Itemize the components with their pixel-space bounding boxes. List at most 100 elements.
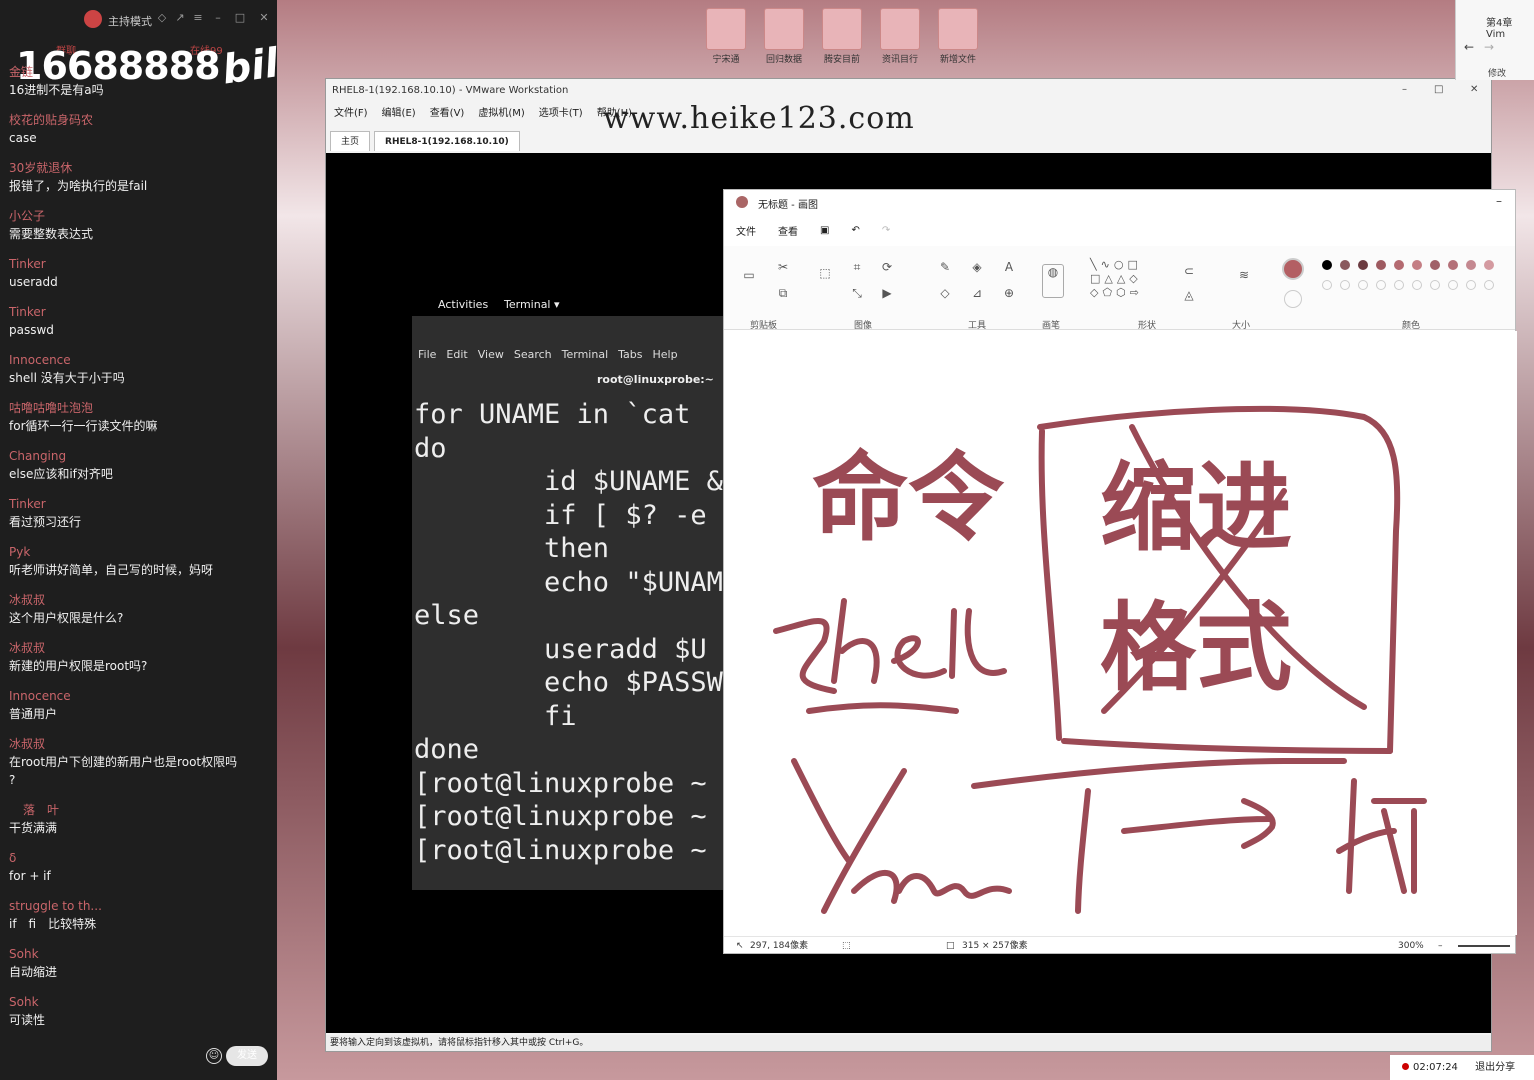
color2-swatch[interactable]	[1284, 290, 1302, 308]
recording-dot-icon	[1402, 1063, 1409, 1070]
terminal-line: id $UNAME &	[414, 466, 723, 497]
color-swatch[interactable]	[1376, 280, 1386, 290]
chat-message: Tinker useradd	[9, 257, 58, 289]
zoom-slider[interactable]	[1458, 945, 1510, 947]
pin-icon[interactable]: ◇	[156, 12, 168, 24]
crop-icon[interactable]: ⌗	[850, 260, 864, 274]
color-swatch[interactable]	[1430, 260, 1440, 270]
magnifier-icon[interactable]: ⊕	[1002, 286, 1016, 300]
paint-menu-file[interactable]: 文件	[736, 223, 756, 238]
tab-vm[interactable]: RHEL8-1(192.168.10.10)	[374, 131, 520, 151]
group-tools: 工具	[968, 321, 987, 331]
color-picker-icon[interactable]: ⊿	[970, 286, 984, 300]
brush-icon[interactable]: ◍	[1042, 264, 1064, 298]
paint-canvas[interactable]: 命令 缩进 格式	[724, 331, 1517, 935]
color-swatch[interactable]	[1322, 260, 1332, 270]
pencil-icon[interactable]: ✎	[938, 260, 952, 274]
desktop-icon[interactable]: 腾安目前	[816, 8, 868, 65]
color-swatch[interactable]	[1448, 280, 1458, 290]
minimize-icon[interactable]: –	[1496, 194, 1502, 208]
send-button[interactable]: 发送	[226, 1046, 268, 1066]
browser-tab-label[interactable]: 第4章 Vim	[1486, 14, 1534, 40]
color-swatch[interactable]	[1394, 280, 1404, 290]
box-left-stroke	[1038, 428, 1062, 741]
menu-vm[interactable]: 虚拟机(M)	[478, 104, 524, 119]
color-swatch[interactable]	[1322, 280, 1332, 290]
color-swatch[interactable]	[1358, 260, 1368, 270]
terminal-line: [root@linuxprobe ~	[414, 834, 707, 866]
terminal-output[interactable]: for UNAME in `cat do id $UNAME & if [ $? …	[414, 398, 723, 867]
color-swatch[interactable]	[1466, 260, 1476, 270]
gnome-app-menu[interactable]: Terminal ▾	[504, 298, 560, 311]
desktop-icon[interactable]: 宁宋通	[700, 8, 752, 65]
color-swatch[interactable]	[1394, 260, 1404, 270]
undo-icon[interactable]: ↶	[851, 225, 859, 236]
stop-share-button[interactable]: 退出分享	[1475, 1062, 1515, 1073]
edit-label[interactable]: 修改	[1488, 66, 1506, 79]
color-swatch[interactable]	[1340, 280, 1350, 290]
emoji-icon[interactable]: ☺	[206, 1048, 222, 1064]
desktop-icon[interactable]: 新增文件	[932, 8, 984, 65]
text-icon[interactable]: A	[1002, 260, 1016, 274]
chat-message: struggle to th... if fi 比较特殊	[9, 899, 102, 931]
color-swatch[interactable]	[1358, 280, 1368, 290]
menu-icon[interactable]: ≡	[192, 12, 204, 24]
recording-bar: 02:07:24 退出分享	[1390, 1055, 1534, 1080]
color-swatch[interactable]	[1484, 280, 1494, 290]
terminal-menu-tabs[interactable]: Tabs	[618, 344, 642, 366]
color-swatch[interactable]	[1484, 260, 1494, 270]
terminal-menu-help[interactable]: Help	[653, 344, 678, 366]
terminal-menu-view[interactable]: View	[478, 344, 504, 366]
color-swatch[interactable]	[1412, 280, 1422, 290]
terminal-menu-file[interactable]: File	[418, 344, 436, 366]
tab-home[interactable]: 主页	[330, 131, 371, 151]
terminal-menu-search[interactable]: Search	[514, 344, 552, 366]
paste-icon[interactable]: ▭	[742, 268, 756, 282]
back-icon[interactable]: ←	[1464, 40, 1474, 54]
copy-icon[interactable]: ⧉	[776, 286, 790, 300]
resize-icon[interactable]: ⤡	[850, 286, 864, 300]
terminal-window[interactable]: File Edit View Search Terminal Tabs Help…	[412, 316, 742, 890]
zoom-out-icon[interactable]: –	[1438, 937, 1443, 955]
color-swatch[interactable]	[1412, 260, 1422, 270]
minimize-icon[interactable]: –	[1402, 84, 1407, 95]
select-icon[interactable]: ⬚	[818, 266, 832, 280]
save-icon[interactable]: ▣	[820, 225, 829, 236]
paint-menu-view[interactable]: 查看	[778, 223, 798, 238]
terminal-menu-terminal[interactable]: Terminal	[562, 344, 609, 366]
redo-icon[interactable]: ↷	[882, 225, 890, 236]
menu-file[interactable]: 文件(F)	[334, 104, 368, 119]
fill-shape-icon[interactable]: ◬	[1182, 288, 1196, 302]
gnome-activities[interactable]: Activities	[438, 298, 488, 311]
maximize-icon[interactable]: □	[1434, 84, 1443, 95]
fill-icon[interactable]: ◈	[970, 260, 984, 274]
close-icon[interactable]: ✕	[1470, 84, 1478, 95]
cut-icon[interactable]: ✂	[776, 260, 790, 274]
close-icon[interactable]: ✕	[258, 12, 270, 24]
external-link-icon[interactable]: ↗	[174, 12, 186, 24]
minimize-icon[interactable]: –	[212, 12, 224, 24]
eraser-icon[interactable]: ◇	[938, 286, 952, 300]
outline-icon[interactable]: ⊂	[1182, 264, 1196, 278]
maximize-icon[interactable]: □	[234, 12, 246, 24]
size-icon[interactable]: ≋	[1232, 268, 1256, 282]
terminal-menu-edit[interactable]: Edit	[446, 344, 467, 366]
color-swatch[interactable]	[1376, 260, 1386, 270]
color-swatch[interactable]	[1340, 260, 1350, 270]
menu-tabs[interactable]: 选项卡(T)	[539, 104, 583, 119]
color-swatch[interactable]	[1448, 260, 1458, 270]
chat-message: δ for + if	[9, 851, 51, 883]
color-swatch[interactable]	[1466, 280, 1476, 290]
menu-edit[interactable]: 编辑(E)	[382, 104, 416, 119]
group-colors: 颜色	[1402, 321, 1421, 331]
color-swatch[interactable]	[1430, 280, 1440, 290]
chat-topbar: 主持模式 ◇ ↗ ≡ – □ ✕	[0, 0, 277, 38]
forward-icon[interactable]: →	[1484, 40, 1494, 54]
menu-view[interactable]: 查看(V)	[430, 104, 465, 119]
desktop-icon[interactable]: 资讯目行	[874, 8, 926, 65]
desktop-icon[interactable]: 回归数据	[758, 8, 810, 65]
rotate-icon[interactable]: ⟳	[880, 260, 894, 274]
shapes-icon[interactable]: ╲∿○□ □△△◇ ◇⬠⬡⇨	[1090, 258, 1160, 308]
flip-icon[interactable]: ▶	[880, 286, 894, 300]
color1-swatch[interactable]	[1282, 258, 1304, 280]
